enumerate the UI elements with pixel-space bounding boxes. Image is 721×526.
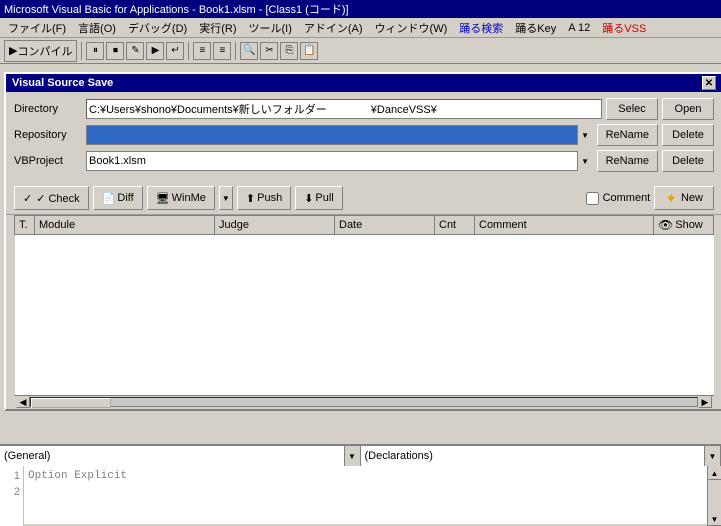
toolbar-separator-3 <box>235 42 236 60</box>
line-number-2: 2 <box>0 484 20 500</box>
col-comment: Comment <box>475 216 654 235</box>
general-select[interactable]: (General) <box>0 446 360 466</box>
menu-tools[interactable]: ツール(I) <box>243 19 298 37</box>
menu-search[interactable]: 踊る検索 <box>453 19 509 37</box>
scroll-right-arrow[interactable]: ▶ <box>698 396 712 408</box>
push-icon: ⬆ <box>246 192 255 205</box>
declarations-select[interactable]: (Declarations) <box>361 446 721 466</box>
vss-dialog-title: Visual Source Save <box>12 77 113 89</box>
table-container: T. Module Judge Date Cnt Comment 👁 Show <box>14 215 714 395</box>
scrollbar-thumb[interactable] <box>31 398 111 408</box>
scroll-up-arrow[interactable]: ▲ <box>708 466 721 480</box>
repository-row: Repository ▼ ReName Delete <box>14 124 714 146</box>
repository-label: Repository <box>14 129 86 141</box>
menu-vss[interactable]: 踊るVSS <box>596 19 652 37</box>
check-icon: ✓ <box>23 192 32 205</box>
declarations-select-wrap: (Declarations) ▼ <box>361 446 721 465</box>
col-type: T. <box>15 216 35 235</box>
stop-icon[interactable]: ⏹ <box>106 42 124 60</box>
directory-row: Directory Selec Open <box>14 98 714 120</box>
menu-language[interactable]: 言語(O) <box>72 19 122 37</box>
pull-icon: ⬇ <box>304 192 313 205</box>
vss-dialog: Visual Source Save ✕ Directory Selec Ope… <box>4 72 721 411</box>
vss-body: Directory Selec Open Repository ▼ ReName… <box>6 92 721 182</box>
check-button[interactable]: ✓ ✓ Check <box>14 186 89 210</box>
menu-debug[interactable]: デバッグ(D) <box>122 19 193 37</box>
col-judge: Judge <box>215 216 335 235</box>
winme-icon: 🖥 <box>156 192 170 205</box>
vbproject-label: VBProject <box>14 155 86 167</box>
winme-dropdown-arrow[interactable]: ▼ <box>219 186 233 210</box>
title-bar: Microsoft Visual Basic for Applications … <box>0 0 721 18</box>
outdent-icon[interactable]: ≡ <box>213 42 231 60</box>
edit-icon[interactable]: ✎ <box>126 42 144 60</box>
repository-select[interactable] <box>86 125 593 145</box>
push-button[interactable]: ⬆ Push <box>237 186 291 210</box>
comment-checkbox[interactable] <box>586 192 599 205</box>
comment-checkbox-label: Comment <box>586 192 651 205</box>
col-date: Date <box>335 216 435 235</box>
title-text: Microsoft Visual Basic for Applications … <box>4 1 349 17</box>
copy-icon[interactable]: ⎘ <box>280 42 298 60</box>
menu-run[interactable]: 実行(R) <box>193 19 242 37</box>
col-cnt: Cnt <box>435 216 475 235</box>
scrollbar-track[interactable] <box>30 397 698 407</box>
code-area: (General) ▼ (Declarations) ▼ 1 2 Option … <box>0 444 721 524</box>
scroll-left-arrow[interactable]: ◀ <box>16 396 30 408</box>
delete-button-1[interactable]: Delete <box>662 124 714 146</box>
open-button[interactable]: Open <box>662 98 714 120</box>
show-icon: 👁 <box>658 218 673 232</box>
rename-button-2[interactable]: ReName <box>597 150 658 172</box>
repository-select-wrap: ▼ <box>86 125 593 145</box>
vertical-scrollbar[interactable]: ▲ ▼ <box>707 466 721 526</box>
menu-bar: ファイル(F) 言語(O) デバッグ(D) 実行(R) ツール(I) アドイン(… <box>0 18 721 38</box>
vss-title-bar: Visual Source Save ✕ <box>6 74 721 92</box>
run-icon[interactable]: ▶ <box>146 42 164 60</box>
action-buttons-row: ✓ ✓ Check 📄 Diff 🖥 WinMe ▼ ⬆ Push ⬇ Pull… <box>6 182 721 215</box>
general-select-wrap: (General) ▼ <box>0 446 361 465</box>
code-content[interactable]: Option Explicit <box>24 466 707 526</box>
pull-button[interactable]: ⬇ Pull <box>295 186 343 210</box>
paste-icon[interactable]: 📋 <box>300 42 318 60</box>
code-toolbar: (General) ▼ (Declarations) ▼ <box>0 446 721 466</box>
col-module: Module <box>35 216 215 235</box>
rename-button-1[interactable]: ReName <box>597 124 658 146</box>
directory-label: Directory <box>14 103 86 115</box>
indent-icon[interactable]: ≡ <box>193 42 211 60</box>
code-line-1: Option Explicit <box>28 468 703 484</box>
compile-icon: ▶ <box>9 44 17 57</box>
diff-button[interactable]: 📄 Diff <box>93 186 143 210</box>
pause-icon[interactable]: ⏸ <box>86 42 104 60</box>
line-numbers: 1 2 <box>0 466 24 526</box>
directory-input[interactable] <box>86 99 602 119</box>
menu-window[interactable]: ウィンドウ(W) <box>369 19 454 37</box>
compile-button[interactable]: ▶ コンパイル <box>4 40 77 62</box>
winme-button[interactable]: 🖥 WinMe <box>147 186 215 210</box>
selec-button[interactable]: Selec <box>606 98 658 120</box>
menu-a12[interactable]: A 12 <box>562 21 596 35</box>
col-show[interactable]: 👁 Show <box>654 216 714 235</box>
toolbar-separator-2 <box>188 42 189 60</box>
find-icon[interactable]: 🔍 <box>240 42 258 60</box>
cut-icon[interactable]: ✂ <box>260 42 278 60</box>
horizontal-scrollbar[interactable]: ◀ ▶ <box>14 395 714 409</box>
menu-file[interactable]: ファイル(F) <box>2 19 72 37</box>
toolbar: ▶ コンパイル ⏸ ⏹ ✎ ▶ ↵ ≡ ≡ 🔍 ✂ ⎘ 📋 <box>0 38 721 64</box>
new-button[interactable]: ✦ New <box>654 186 714 210</box>
vbproject-select[interactable]: Book1.xlsm <box>86 151 593 171</box>
vbproject-select-wrap: Book1.xlsm ▼ <box>86 151 593 171</box>
toolbar-separator <box>81 42 82 60</box>
menu-addins[interactable]: アドイン(A) <box>298 19 369 37</box>
delete-button-2[interactable]: Delete <box>662 150 714 172</box>
vss-table: T. Module Judge Date Cnt Comment 👁 Show <box>14 215 714 395</box>
step-icon[interactable]: ↵ <box>166 42 184 60</box>
line-number-1: 1 <box>0 468 20 484</box>
diff-icon: 📄 <box>102 192 116 205</box>
code-editor: 1 2 Option Explicit ▲ ▼ <box>0 466 721 526</box>
new-icon: ✦ <box>665 190 677 207</box>
vbproject-row: VBProject Book1.xlsm ▼ ReName Delete <box>14 150 714 172</box>
menu-key[interactable]: 踊るKey <box>509 19 562 37</box>
vss-close-button[interactable]: ✕ <box>702 76 716 90</box>
